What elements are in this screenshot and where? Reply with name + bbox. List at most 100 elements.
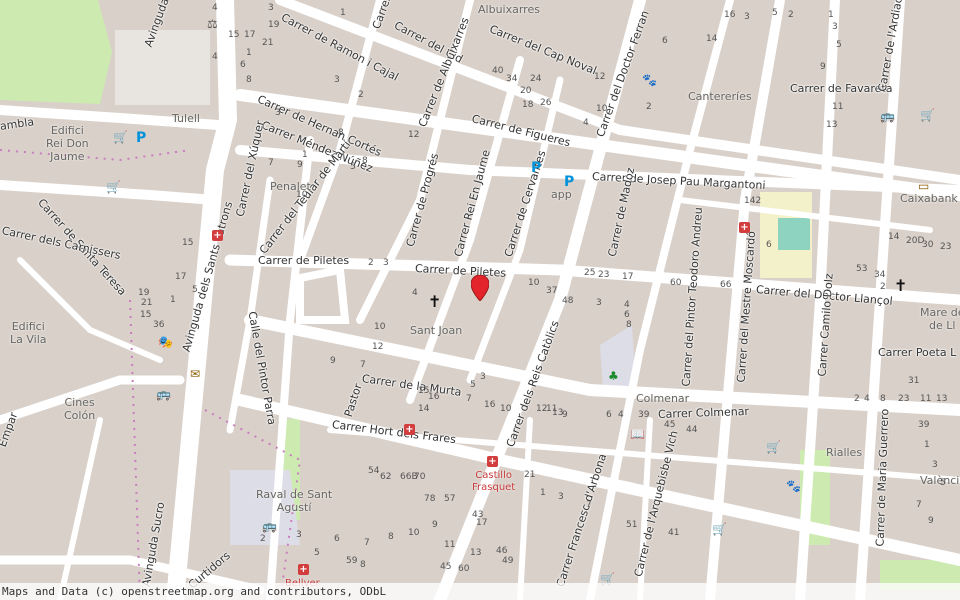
house-number: 4 bbox=[212, 52, 218, 62]
house-number: 3 bbox=[596, 298, 602, 308]
shop-icon[interactable]: 🛒 bbox=[113, 130, 128, 144]
house-number: 24 bbox=[530, 74, 542, 84]
location-pin-shape bbox=[471, 275, 489, 301]
post-office-icon[interactable]: ✉ bbox=[190, 368, 200, 380]
playground-icon[interactable]: ♣ bbox=[608, 370, 619, 382]
house-number: 59 bbox=[346, 556, 358, 566]
house-number: 26 bbox=[540, 98, 552, 108]
house-number: 41 bbox=[668, 528, 680, 538]
house-number: 3 bbox=[744, 12, 750, 22]
house-number: 4 bbox=[583, 118, 589, 128]
house-number: 9 bbox=[432, 520, 438, 530]
house-number: 8 bbox=[338, 128, 344, 138]
house-number: 1 bbox=[924, 440, 930, 450]
pharmacy-icon[interactable]: + bbox=[739, 222, 750, 233]
house-number: 8 bbox=[362, 156, 368, 166]
parking-icon[interactable]: P bbox=[564, 174, 574, 190]
house-number: 10 bbox=[374, 322, 386, 332]
house-number: 13 bbox=[470, 548, 482, 558]
shop-icon[interactable]: 🛒 bbox=[920, 108, 935, 122]
street-label: Carrer de Piletes bbox=[258, 254, 350, 267]
house-number: 1 bbox=[246, 48, 252, 58]
shop-icon[interactable]: 🛒 bbox=[106, 180, 121, 194]
house-number: 12 bbox=[594, 72, 606, 82]
house-number: 1 bbox=[340, 8, 346, 18]
map-canvas[interactable]: Avinguda Joan Calot Carrer de Ramon i Ca… bbox=[0, 0, 960, 600]
house-number: 51 bbox=[626, 520, 638, 530]
house-number: 4 bbox=[618, 410, 624, 420]
shop-icon[interactable]: 🛒 bbox=[712, 522, 727, 536]
house-number: 2 bbox=[880, 282, 886, 292]
place-label: Rialles bbox=[826, 446, 863, 459]
paw-icon[interactable]: 🐾 bbox=[786, 480, 801, 492]
church-icon[interactable]: ✝ bbox=[428, 292, 441, 311]
house-number: 10 bbox=[500, 404, 512, 414]
house-number: 62 bbox=[380, 472, 392, 482]
place-label: Raval de Sant Agustí bbox=[256, 488, 332, 514]
location-pin-icon[interactable] bbox=[471, 275, 489, 301]
pharmacy-icon[interactable]: + bbox=[487, 456, 498, 467]
house-number: 3 bbox=[334, 75, 340, 85]
bank-icon[interactable]: ▭ bbox=[918, 180, 929, 192]
house-number: 9 bbox=[928, 516, 934, 526]
place-label-text: Cines Colón bbox=[64, 396, 96, 422]
house-number: 4 bbox=[864, 394, 870, 404]
house-number: 34 bbox=[506, 74, 518, 84]
place-label: Sant Joan bbox=[410, 324, 463, 337]
pharmacy-icon[interactable]: + bbox=[212, 230, 223, 241]
house-number: 70 bbox=[414, 472, 426, 482]
house-number: 34 bbox=[874, 270, 886, 280]
house-number: 37 bbox=[546, 286, 558, 296]
pharmacy-icon[interactable]: + bbox=[404, 424, 415, 435]
bus-stop-icon[interactable]: 🚌 bbox=[156, 388, 171, 400]
house-number: 2 bbox=[368, 258, 374, 268]
house-number: 9 bbox=[297, 160, 303, 170]
bus-stop-icon[interactable]: 🚌 bbox=[262, 520, 277, 532]
house-number: 3 bbox=[296, 530, 302, 540]
church-icon[interactable]: ✝ bbox=[894, 276, 907, 295]
courthouse-icon[interactable]: ⚖ bbox=[207, 18, 218, 30]
house-number: 19 bbox=[268, 20, 280, 30]
house-number: 30 bbox=[922, 240, 934, 250]
house-number: 23 bbox=[940, 242, 952, 252]
house-number: 8 bbox=[360, 560, 366, 570]
house-number: 39 bbox=[638, 410, 650, 420]
house-number: 21 bbox=[141, 298, 153, 308]
house-number: 53 bbox=[856, 264, 868, 274]
poi-label-text: Castillo Frasquet bbox=[472, 470, 516, 493]
house-number: 6 bbox=[334, 534, 340, 544]
poi-label[interactable]: Castillo Frasquet bbox=[472, 470, 515, 494]
place-label-text: Raval de Sant Agustí bbox=[256, 488, 333, 514]
house-number: 5 bbox=[350, 162, 356, 172]
house-number: 10 bbox=[528, 278, 540, 288]
house-number: 16 bbox=[724, 10, 736, 20]
house-number: 6 bbox=[240, 60, 246, 70]
theater-icon[interactable]: 🎭 bbox=[158, 336, 173, 348]
map-attribution: Maps and Data (c) openstreetmap.org and … bbox=[0, 583, 960, 600]
house-number: 48 bbox=[562, 296, 574, 306]
house-number: 7 bbox=[916, 500, 922, 510]
house-number: 5 bbox=[940, 478, 946, 488]
house-number: 2 bbox=[646, 102, 652, 112]
house-number: 3 bbox=[832, 22, 838, 32]
house-number: 8 bbox=[388, 532, 394, 542]
house-number: 6 bbox=[662, 36, 668, 46]
house-number: 2 bbox=[358, 90, 364, 100]
bus-stop-icon[interactable]: 🚌 bbox=[880, 110, 895, 122]
library-icon[interactable]: 📖 bbox=[630, 428, 645, 440]
house-number: 10 bbox=[596, 104, 608, 114]
house-number: 17 bbox=[622, 272, 634, 282]
street-label: Carrer Poeta L bbox=[878, 346, 957, 359]
parking-icon[interactable]: P bbox=[136, 130, 146, 146]
pharmacy-icon[interactable]: + bbox=[298, 564, 309, 575]
house-number: 3 bbox=[383, 258, 389, 268]
shop-icon[interactable]: 🛒 bbox=[766, 440, 781, 454]
parking-icon[interactable]: P bbox=[531, 160, 541, 176]
house-number: 1 bbox=[302, 150, 308, 160]
house-number: 14 bbox=[706, 34, 718, 44]
house-number: 5 bbox=[836, 40, 842, 50]
house-number: 25 bbox=[584, 268, 596, 278]
paw-icon[interactable]: 🐾 bbox=[642, 74, 657, 86]
house-number: 78 bbox=[424, 494, 436, 504]
house-number: 60 bbox=[458, 564, 470, 574]
